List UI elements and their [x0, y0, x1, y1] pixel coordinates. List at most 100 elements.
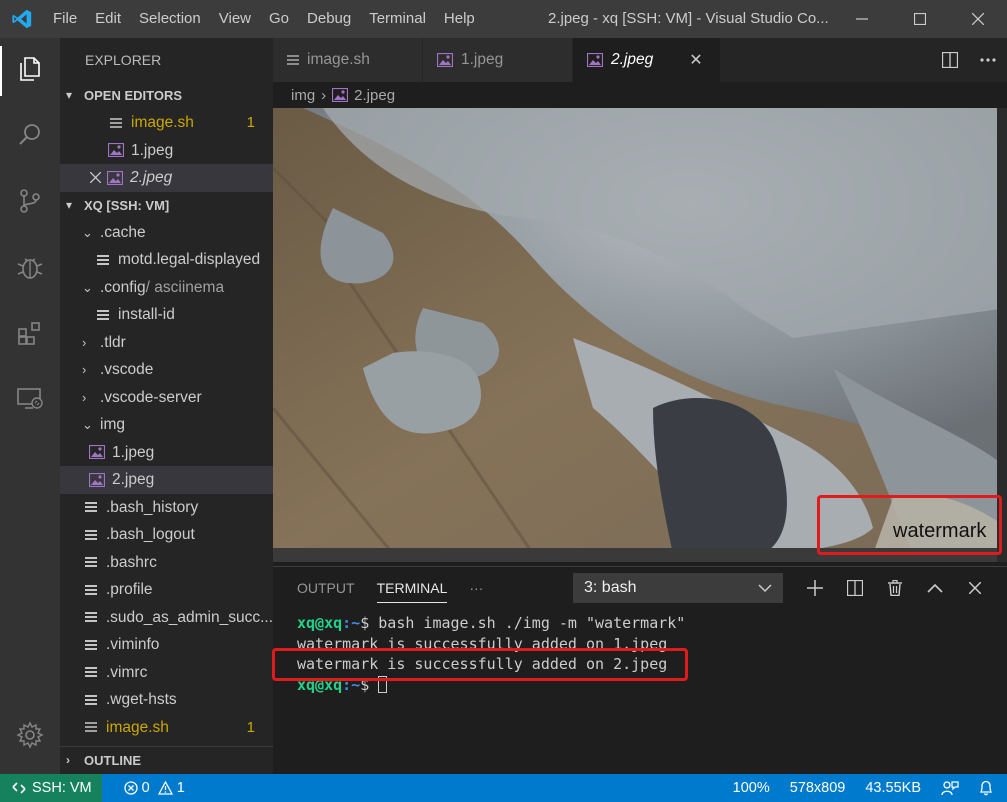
tree-file[interactable]: .bash_logout	[60, 521, 273, 549]
menu-bar: File Edit Selection View Go Debug Termin…	[44, 0, 484, 38]
menu-selection[interactable]: Selection	[130, 0, 210, 38]
explorer-title: EXPLORER	[85, 52, 162, 68]
chevron-down-icon: ▾	[66, 88, 73, 102]
explorer-activity-button[interactable]	[0, 38, 60, 104]
tree-file[interactable]: motd.legal-displayed	[60, 246, 273, 274]
panel-actions	[795, 573, 995, 603]
zoom-indicator[interactable]: 100%	[723, 774, 780, 802]
panel-more-button[interactable]: ···	[469, 567, 483, 609]
tree-file[interactable]: .wget-hsts	[60, 686, 273, 714]
minimize-button[interactable]	[833, 0, 891, 38]
more-actions-button[interactable]	[969, 58, 1007, 62]
tab-output[interactable]: OUTPUT	[297, 567, 355, 609]
feedback-icon[interactable]	[931, 774, 969, 802]
tree-file[interactable]: .viminfo	[60, 631, 273, 659]
close-panel-button[interactable]	[955, 582, 995, 594]
open-editors-header[interactable]: ▾ OPEN EDITORS	[60, 82, 273, 109]
tree-label-suffix: / asciinema	[145, 278, 225, 296]
tree-file[interactable]: .bashrc	[60, 549, 273, 577]
manage-button[interactable]	[0, 712, 60, 762]
menu-debug[interactable]: Debug	[298, 0, 360, 38]
remote-explorer-icon	[15, 385, 45, 417]
problems-indicator[interactable]: 0 1	[102, 774, 195, 802]
open-editor-item[interactable]: 2.jpeg	[60, 164, 273, 192]
file-text-icon	[107, 117, 125, 129]
tree-file[interactable]: install-id	[60, 301, 273, 329]
chevron-down-icon: ⌄	[82, 224, 93, 240]
menu-terminal[interactable]: Terminal	[360, 0, 435, 38]
error-icon	[123, 781, 138, 795]
vertical-scrollbar[interactable]	[997, 108, 1007, 562]
tree-folder[interactable]: › .vscode-server	[60, 384, 273, 412]
terminal-select[interactable]: 3: bash	[573, 573, 783, 603]
debug-activity-button[interactable]	[0, 236, 60, 302]
chevron-right-icon: ›	[321, 86, 327, 104]
tree-file-selected[interactable]: 2.jpeg	[60, 466, 273, 494]
menu-file[interactable]: File	[44, 0, 86, 38]
maximize-button[interactable]	[891, 0, 949, 38]
trash-icon[interactable]	[875, 580, 915, 596]
tree-folder[interactable]: › .vscode	[60, 356, 273, 384]
chevron-down-icon: ▾	[66, 197, 73, 212]
close-window-button[interactable]	[949, 0, 1007, 38]
tree-label: 1.jpeg	[112, 443, 155, 461]
terminal-select-value: 3: bash	[584, 579, 637, 596]
tree-folder[interactable]: ⌄ img	[60, 411, 273, 439]
tree-file[interactable]: .vimrc	[60, 659, 273, 687]
menu-edit[interactable]: Edit	[86, 0, 130, 38]
split-editor-button[interactable]	[931, 52, 969, 68]
chevron-right-icon: ›	[82, 389, 87, 405]
tree-file[interactable]: .sudo_as_admin_succ...	[60, 604, 273, 632]
tree-label: .viminfo	[106, 636, 160, 653]
file-text-icon	[82, 639, 100, 651]
breadcrumb-folder[interactable]: img	[291, 87, 315, 104]
open-editor-label: 1.jpeg	[131, 141, 174, 159]
output-highlight-box	[272, 648, 688, 681]
menu-view[interactable]: View	[210, 0, 260, 38]
workspace-label: XQ [SSH: VM]	[84, 197, 170, 213]
warning-count: 1	[176, 780, 185, 796]
maximize-panel-button[interactable]	[915, 583, 955, 593]
image-file-icon	[88, 445, 106, 460]
close-icon[interactable]	[86, 172, 104, 184]
tab-1-jpeg[interactable]: 1.jpeg	[423, 38, 573, 82]
tree-file[interactable]: image.sh 1	[60, 714, 273, 742]
outline-header[interactable]: › OUTLINE	[60, 746, 273, 774]
tree-folder[interactable]: › .tldr	[60, 329, 273, 357]
tree-label: install-id	[118, 306, 175, 323]
prompt-symbol: $	[360, 614, 370, 632]
bell-icon[interactable]	[969, 774, 1007, 802]
tree-file[interactable]: .profile	[60, 576, 273, 604]
prompt-user: xq@xq	[297, 614, 343, 632]
breadcrumb-file[interactable]: 2.jpeg	[354, 87, 395, 104]
explorer-sidebar: EXPLORER ▾ OPEN EDITORS image.sh 1 1.jpe…	[60, 38, 273, 774]
search-activity-button[interactable]	[0, 104, 60, 170]
menu-go[interactable]: Go	[260, 0, 298, 38]
extensions-activity-button[interactable]	[0, 302, 60, 368]
files-icon	[16, 55, 44, 87]
tab-2-jpeg[interactable]: 2.jpeg ✕	[573, 38, 721, 82]
file-text-icon	[82, 501, 100, 513]
tab-image-sh[interactable]: image.sh	[273, 38, 423, 82]
open-editor-item[interactable]: 1.jpeg	[60, 137, 273, 165]
split-terminal-button[interactable]	[835, 580, 875, 596]
file-text-icon	[94, 309, 112, 321]
close-tab-icon[interactable]: ✕	[689, 50, 702, 70]
menu-help[interactable]: Help	[435, 0, 484, 38]
tree-folder[interactable]: ⌄ .config / asciinema	[60, 274, 273, 302]
source-control-activity-button[interactable]	[0, 170, 60, 236]
extensions-icon	[16, 319, 44, 351]
chevron-down-icon: ⌄	[82, 279, 93, 295]
tree-file[interactable]: 1.jpeg	[60, 439, 273, 467]
remote-indicator[interactable]: SSH: VM	[0, 774, 102, 802]
remote-explorer-activity-button[interactable]	[0, 368, 60, 434]
open-editor-item[interactable]: image.sh 1	[60, 109, 273, 137]
tree-folder[interactable]: ⌄ .cache	[60, 219, 273, 247]
workspace-header[interactable]: ▾ XQ [SSH: VM]	[60, 192, 273, 219]
tab-terminal[interactable]: TERMINAL	[376, 567, 447, 609]
new-terminal-button[interactable]	[795, 580, 835, 596]
image-file-icon	[107, 143, 125, 158]
tree-file[interactable]: .bash_history	[60, 494, 273, 522]
gear-icon	[15, 720, 45, 754]
problem-count-badge: 1	[246, 718, 255, 736]
